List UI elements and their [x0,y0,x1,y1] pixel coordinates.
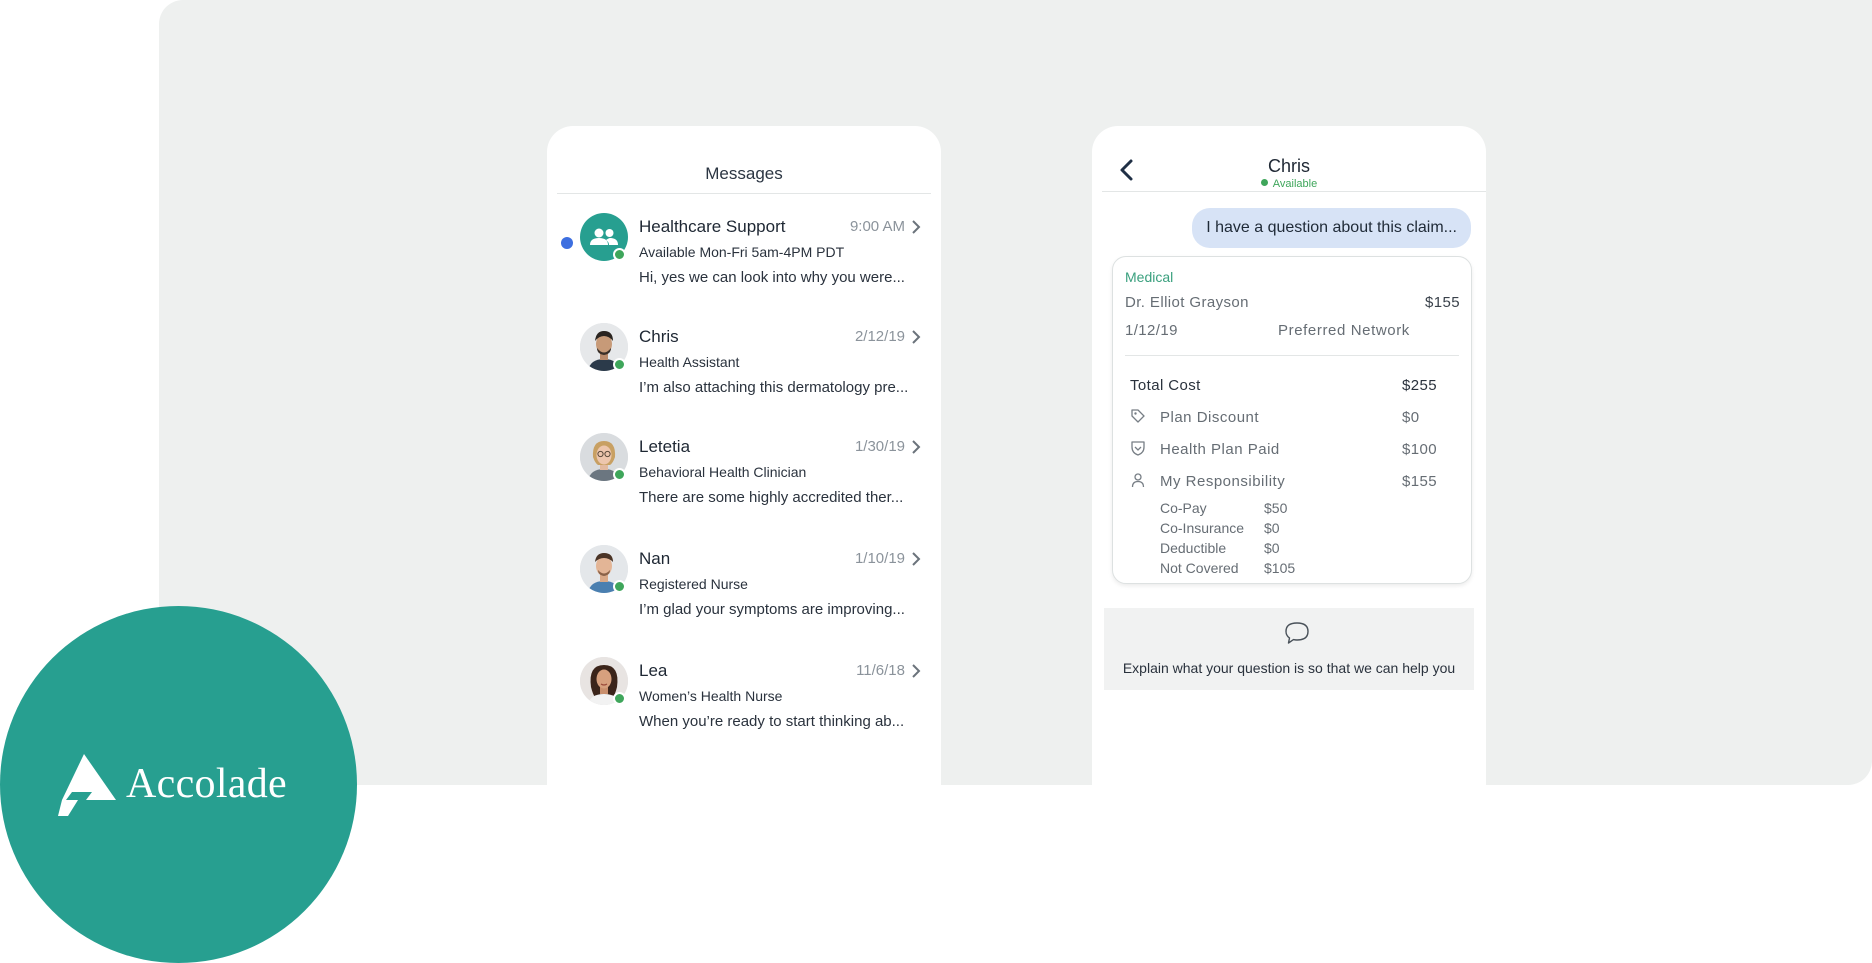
status-badge: Available [1102,178,1476,190]
conversation-chris[interactable]: Chris Health Assistant I’m also attachin… [547,323,941,423]
chat-header: Chris Available [1102,126,1486,192]
conversation-name: Chris [639,327,679,346]
plan-discount-label: Plan Discount [1160,409,1260,426]
conversation-preview: Hi, yes we can look into why you were... [639,269,905,286]
claim-provider: Dr. Elliot Grayson [1125,294,1249,311]
conversation-name: Healthcare Support [639,217,786,236]
copay-label: Co-Pay [1160,500,1207,516]
online-indicator [613,580,626,593]
conversation-preview: I’m glad your symptoms are improving... [639,601,905,618]
my-responsibility-value: $155 [1402,473,1437,490]
tag-icon [1131,409,1145,423]
health-plan-paid-value: $100 [1402,441,1437,458]
conversation-lea[interactable]: Lea Women’s Health Nurse When you’re rea… [547,657,941,757]
online-indicator [613,358,626,371]
messages-header: Messages [557,126,931,194]
accolade-logo-icon [58,754,116,816]
conversation-role: Behavioral Health Clinician [639,464,807,480]
divider [1125,355,1459,356]
outgoing-message-bubble: I have a question about this claim... [1192,208,1471,248]
conversation-healthcare-support[interactable]: Healthcare Support Available Mon-Fri 5am… [547,213,941,313]
my-responsibility-label: My Responsibility [1160,473,1286,490]
conversation-nan[interactable]: Nan Registered Nurse I’m glad your sympt… [547,545,941,645]
conversation-name: Letetia [639,437,691,456]
claim-network: Preferred Network [1278,322,1410,339]
speech-bubble-icon [1285,622,1309,644]
conversation-role: Women’s Health Nurse [639,688,783,704]
conversation-time: 1/10/19 [854,550,905,567]
conversation-time: 9:00 AM [849,218,905,235]
conversation-preview: There are some highly accredited ther... [639,489,904,506]
conversation-time: 1/30/19 [854,438,905,455]
chat-contact-name: Chris [1267,156,1310,176]
deductible-value: $0 [1264,540,1280,556]
total-cost-label: Total Cost [1130,377,1201,394]
total-cost-value: $255 [1402,377,1437,394]
page-title: Messages [705,164,783,183]
conversation-time: 11/6/18 [856,662,905,679]
brand-name: Accolade [126,761,287,807]
copay-value: $50 [1264,500,1288,516]
plan-discount-value: $0 [1402,409,1420,426]
coinsurance-label: Co-Insurance [1160,520,1245,536]
online-indicator [613,468,626,481]
status-text: Available [1272,178,1318,190]
conversation-time: 2/12/19 [854,328,905,345]
conversation-name: Lea [639,661,668,680]
health-plan-paid-label: Health Plan Paid [1160,441,1280,458]
brand-badge: Accolade [0,606,357,963]
chevron-right-icon [912,552,921,566]
not-covered-value: $105 [1264,560,1296,576]
unread-indicator [561,237,573,249]
claim-card[interactable]: Medical Dr. Elliot Grayson $155 1/12/19 … [1112,256,1472,584]
status-dot-icon [1260,179,1268,186]
question-prompt[interactable]: Explain what your question is so that we… [1104,608,1474,690]
chevron-right-icon [912,220,921,234]
shield-icon [1131,441,1145,456]
not-covered-label: Not Covered [1160,560,1239,576]
prompt-text: Explain what your question is so that we… [1122,660,1456,676]
coinsurance-value: $0 [1264,520,1280,536]
backdrop-panel [159,0,1872,785]
online-indicator [613,692,626,705]
claim-amount: $155 [1425,294,1460,311]
chevron-right-icon [912,330,921,344]
conversation-role: Health Assistant [639,354,740,370]
online-indicator [613,248,626,261]
person-icon [1131,473,1145,488]
conversation-preview: When you’re ready to start thinking ab..… [639,713,905,730]
claim-type: Medical [1125,269,1174,285]
conversation-name: Nan [639,549,671,568]
messages-screen: Messages Healthcare Support Available Mo… [547,126,941,785]
chat-screen: Chris Available I have a question about … [1092,126,1486,785]
conversation-role: Available Mon-Fri 5am-4PM PDT [639,244,845,260]
chevron-right-icon [912,440,921,454]
claim-date: 1/12/19 [1125,322,1178,339]
deductible-label: Deductible [1160,540,1227,556]
conversation-letetia[interactable]: Letetia Behavioral Health Clinician Ther… [547,433,941,533]
chevron-right-icon [912,664,921,678]
conversation-preview: I’m also attaching this dermatology pre.… [639,379,909,396]
conversation-role: Registered Nurse [639,576,748,592]
